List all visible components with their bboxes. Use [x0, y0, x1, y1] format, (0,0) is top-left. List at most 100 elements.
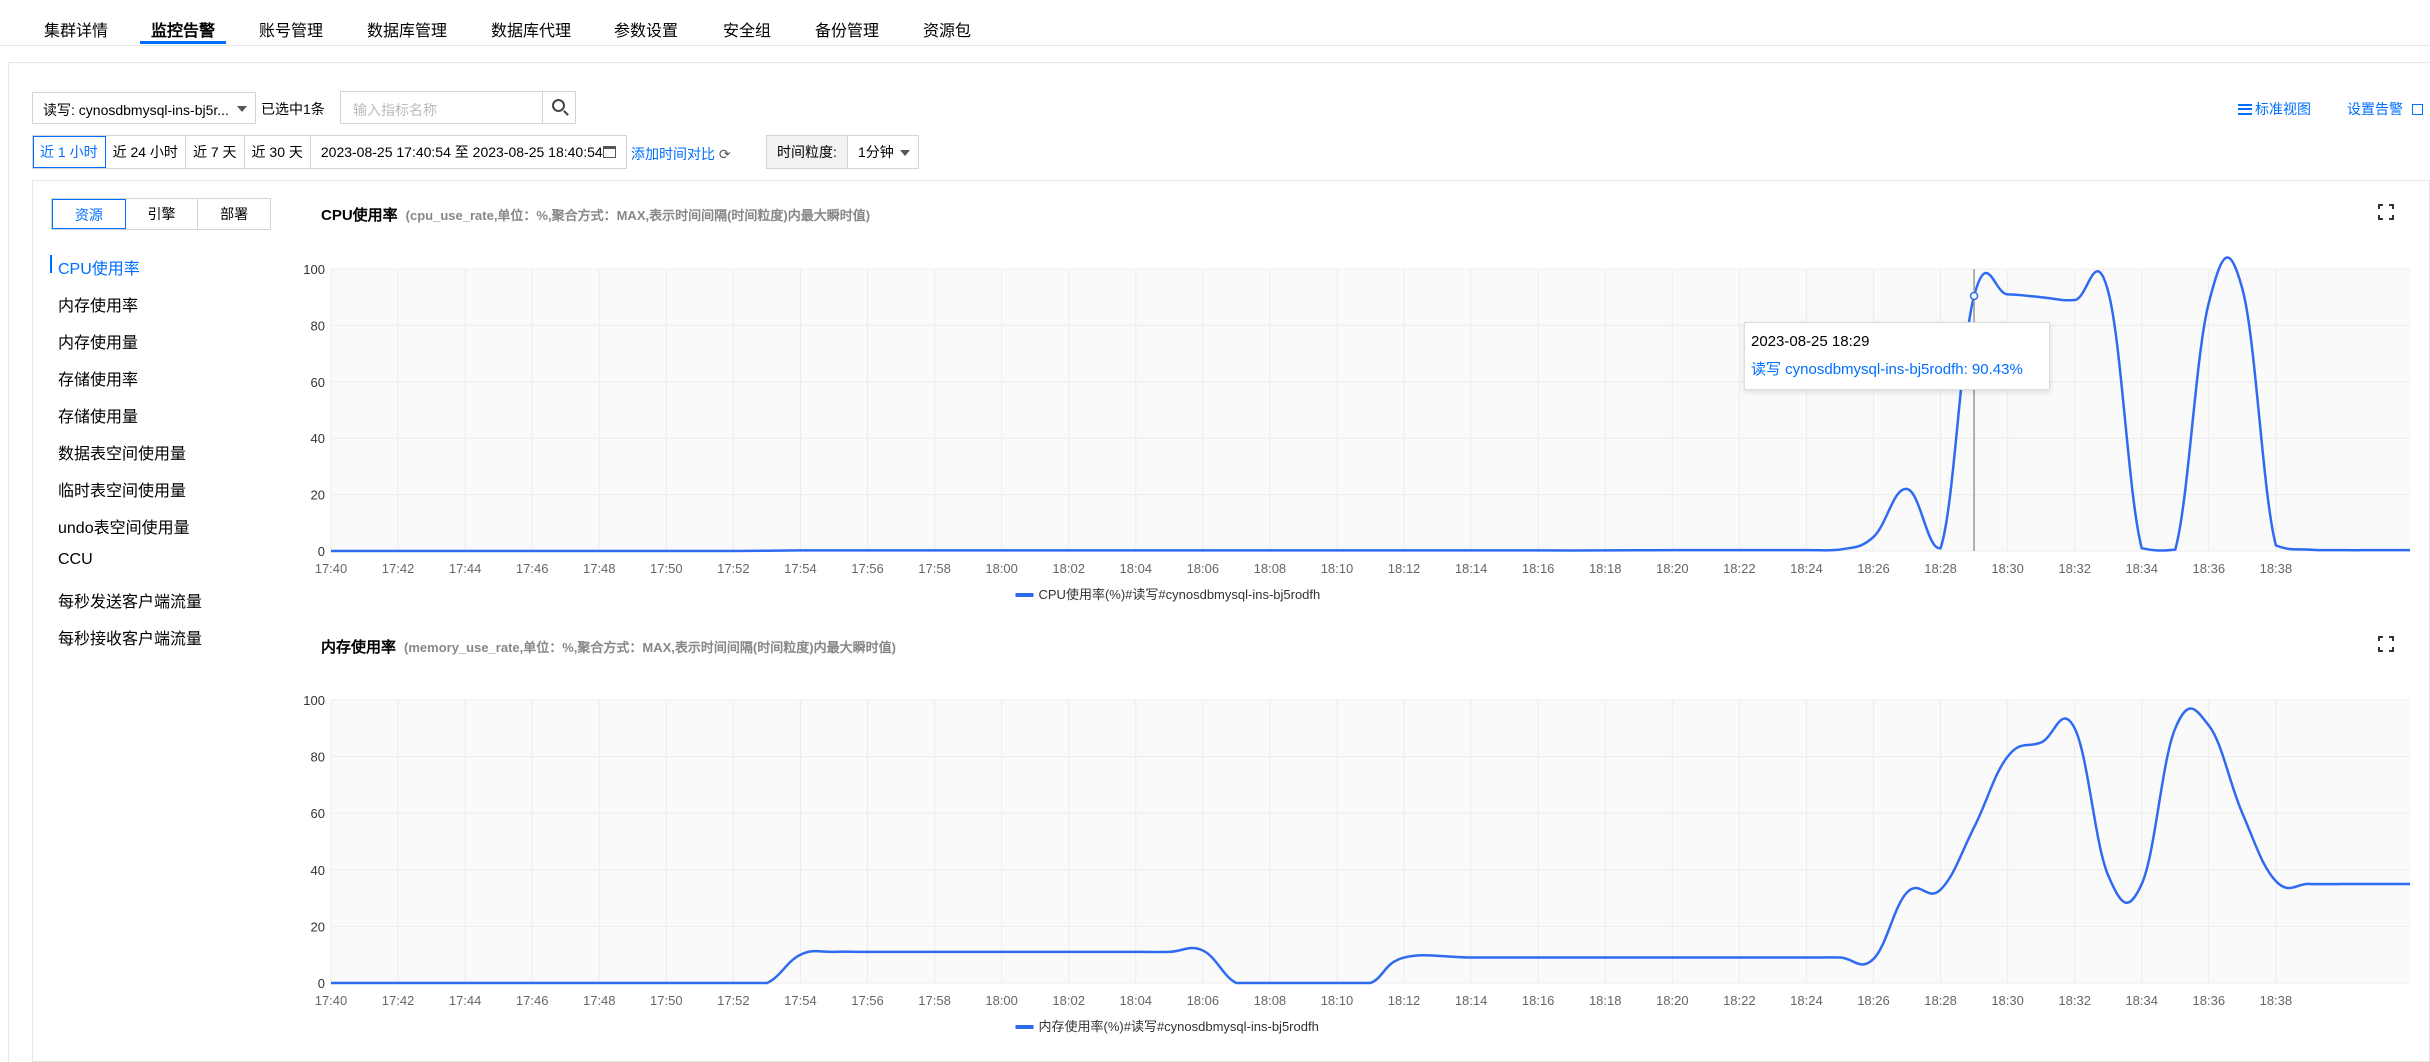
active-metric-indicator — [50, 255, 52, 273]
metric-item-temp-tablespace[interactable]: 临时表空间使用量 — [58, 477, 186, 501]
x-tick-label: 17:50 — [650, 993, 683, 1008]
x-tick-label: 18:04 — [1120, 561, 1153, 576]
instance-select[interactable]: 读写: cynosdbmysql-ins-bj5r... — [32, 92, 256, 124]
search-button[interactable] — [542, 92, 575, 123]
data-point — [1969, 291, 1979, 301]
x-tick-label: 17:52 — [717, 561, 750, 576]
metric-search-box: 输入指标名称 — [340, 91, 576, 124]
set-alarm-label: 设置告警 — [2347, 101, 2403, 117]
metric-item-storage-rate[interactable]: 存储使用率 — [58, 366, 138, 390]
x-tick-label: 17:56 — [851, 561, 884, 576]
x-tick-label: 18:18 — [1589, 993, 1622, 1008]
fullscreen-icon[interactable] — [2378, 636, 2394, 652]
x-tick-label: 17:48 — [583, 561, 616, 576]
x-tick-label: 17:54 — [784, 561, 817, 576]
x-tick-label: 17:40 — [315, 993, 348, 1008]
tab-monitoring[interactable]: 监控告警 — [151, 17, 215, 41]
range-1h[interactable]: 近 1 小时 — [33, 136, 106, 168]
tab-db-proxy[interactable]: 数据库代理 — [491, 17, 571, 41]
x-tick-label: 18:28 — [1924, 561, 1957, 576]
memory-usage-chart: 17:40 17:42 17:44 17:46 17:48 17:50 17:52 17:54… — [303, 693, 2410, 1034]
legend-label: 内存使用率(%)#读写#cynosdbmysql-ins-bj5rodfh — [1039, 1019, 1319, 1034]
x-tick-label: 18:30 — [1991, 993, 2024, 1008]
metric-category-segment: 资源 引擎 部署 — [51, 198, 271, 230]
x-tick-label: 18:16 — [1522, 561, 1555, 576]
x-tick-label: 18:06 — [1187, 561, 1220, 576]
fullscreen-icon[interactable] — [2378, 204, 2394, 220]
metric-item-ccu[interactable]: CCU — [58, 551, 93, 569]
metric-item-memory-usage[interactable]: 内存使用量 — [58, 329, 138, 353]
segment-resource[interactable]: 资源 — [52, 199, 126, 229]
x-tick-label: 18:00 — [985, 561, 1018, 576]
x-tick-label: 17:50 — [650, 561, 683, 576]
active-tab-indicator — [140, 41, 226, 44]
x-tick-label: 17:58 — [918, 993, 951, 1008]
x-tick-label: 17:44 — [449, 561, 482, 576]
granularity-select[interactable]: 1分钟 — [847, 135, 919, 169]
chevron-down-icon — [900, 150, 910, 156]
x-tick-label: 18:10 — [1321, 561, 1354, 576]
x-tick-label: 18:14 — [1455, 561, 1488, 576]
tab-accounts[interactable]: 账号管理 — [259, 17, 323, 41]
metric-item-recv-traffic[interactable]: 每秒接收客户端流量 — [58, 625, 202, 649]
tab-security-group[interactable]: 安全组 — [723, 17, 771, 41]
calendar-icon — [602, 146, 616, 158]
segment-engine[interactable]: 引擎 — [126, 199, 199, 229]
tab-cluster-detail[interactable]: 集群详情 — [44, 17, 108, 41]
x-tick-label: 17:40 — [315, 561, 348, 576]
external-link-icon — [2411, 104, 2423, 115]
x-tick-label: 17:52 — [717, 993, 750, 1008]
standard-view-label: 标准视图 — [2255, 101, 2311, 117]
y-tick-label: 0 — [318, 976, 325, 991]
range-24h[interactable]: 近 24 小时 — [106, 136, 186, 168]
range-30d[interactable]: 近 30 天 — [245, 136, 311, 168]
metric-item-memory-rate[interactable]: 内存使用率 — [58, 292, 138, 316]
metric-item-cpu[interactable]: CPU使用率 — [58, 255, 140, 279]
cpu-chart-subtitle: (cpu_use_rate,单位：%,聚合方式：MAX,表示时间间隔(时间粒度)… — [405, 208, 871, 223]
legend-swatch — [1015, 1025, 1034, 1029]
date-range-text: 2023-08-25 17:40:54 至 2023-08-25 18:40:5… — [320, 144, 603, 160]
x-tick-label: 18:16 — [1522, 993, 1555, 1008]
segment-deploy[interactable]: 部署 — [198, 199, 270, 229]
x-tick-label: 18:04 — [1120, 993, 1153, 1008]
x-tick-label: 18:02 — [1052, 561, 1085, 576]
x-tick-label: 17:46 — [516, 993, 549, 1008]
y-tick-label: 20 — [311, 919, 325, 934]
x-tick-label: 17:54 — [784, 993, 817, 1008]
refresh-icon: ⟳ — [718, 146, 731, 162]
set-alarm-link[interactable]: 设置告警 — [2347, 99, 2423, 119]
tab-params[interactable]: 参数设置 — [614, 17, 678, 41]
x-tick-label: 18:34 — [2125, 561, 2158, 576]
standard-view-link[interactable]: 标准视图 — [2238, 99, 2311, 119]
time-range-group: 近 1 小时 近 24 小时 近 7 天 近 30 天 2023-08-25 1… — [32, 135, 627, 169]
metric-item-data-tablespace[interactable]: 数据表空间使用量 — [58, 440, 186, 464]
range-7d[interactable]: 近 7 天 — [186, 136, 245, 168]
metric-item-send-traffic[interactable]: 每秒发送客户端流量 — [58, 588, 202, 612]
x-tick-label: 18:18 — [1589, 561, 1622, 576]
tab-database[interactable]: 数据库管理 — [367, 17, 447, 41]
x-tick-label: 17:56 — [851, 993, 884, 1008]
tab-backup[interactable]: 备份管理 — [815, 17, 879, 41]
legend-swatch — [1015, 593, 1034, 597]
tab-resource-pack[interactable]: 资源包 — [923, 17, 971, 41]
date-range-picker[interactable]: 2023-08-25 17:40:54 至 2023-08-25 18:40:5… — [311, 136, 626, 168]
add-time-compare-label: 添加时间对比 — [631, 146, 715, 162]
x-tick-label: 18:12 — [1388, 561, 1421, 576]
x-tick-label: 18:24 — [1790, 993, 1823, 1008]
y-tick-label: 0 — [318, 544, 325, 559]
metric-item-storage-usage[interactable]: 存储使用量 — [58, 403, 138, 427]
add-time-compare-link[interactable]: 添加时间对比 ⟳ — [631, 144, 731, 164]
search-input[interactable]: 输入指标名称 — [353, 100, 437, 120]
x-tick-label: 17:42 — [382, 993, 415, 1008]
x-tick-label: 18:38 — [2260, 993, 2293, 1008]
x-tick-label: 18:36 — [2193, 993, 2226, 1008]
memory-chart-title-text: 内存使用率 — [321, 639, 397, 656]
y-tick-label: 60 — [311, 375, 325, 390]
metric-item-undo-tablespace[interactable]: undo表空间使用量 — [58, 514, 190, 538]
legend-label: CPU使用率(%)#读写#cynosdbmysql-ins-bj5rodfh — [1039, 587, 1321, 602]
tooltip-time: 2023-08-25 18:29 — [1751, 333, 1870, 350]
x-tick-label: 17:44 — [449, 993, 482, 1008]
list-icon — [2238, 104, 2252, 115]
y-tick-label: 100 — [303, 262, 325, 277]
x-tick-label: 18:28 — [1924, 993, 1957, 1008]
